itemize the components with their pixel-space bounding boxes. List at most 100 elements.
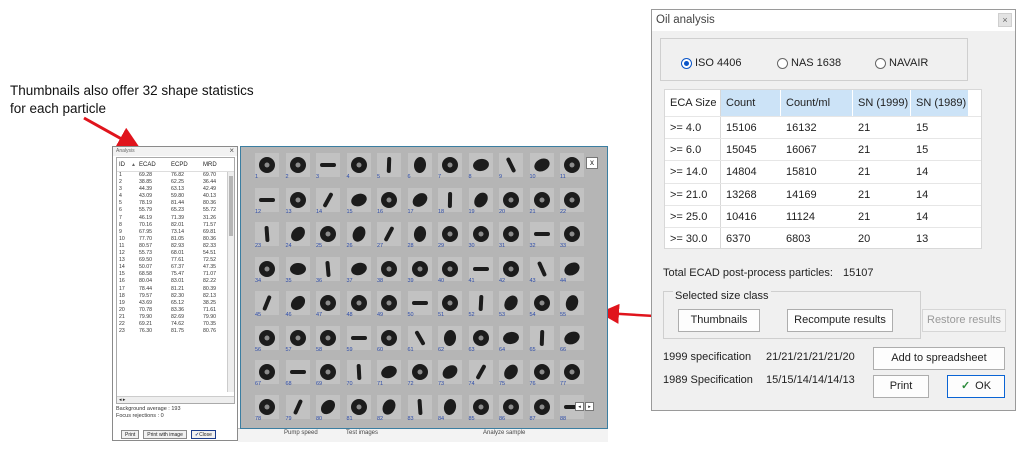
- table-row[interactable]: 5 78.19 81.44 80.36: [117, 200, 234, 207]
- particle-thumbnail[interactable]: 86: [497, 394, 527, 425]
- table-row[interactable]: >= 6.0 15045 16067 21 15: [665, 138, 981, 161]
- col-count-per-ml[interactable]: Count/ml: [781, 90, 853, 116]
- particle-thumbnail[interactable]: 15: [345, 187, 375, 218]
- particle-thumbnail[interactable]: 69: [314, 359, 344, 390]
- particle-thumbnail[interactable]: 42: [497, 256, 527, 287]
- add-to-spreadsheet-button[interactable]: Add to spreadsheet: [873, 347, 1005, 370]
- particle-thumbnail[interactable]: 17: [406, 187, 436, 218]
- particle-thumbnail[interactable]: 48: [345, 290, 375, 321]
- table-row[interactable]: 21 79.90 82.69 79.90: [117, 314, 234, 321]
- thumbnails-close-button[interactable]: x: [586, 157, 598, 169]
- table-row[interactable]: 11 80.57 82.93 82.33: [117, 243, 234, 250]
- particle-thumbnail[interactable]: 18: [436, 187, 466, 218]
- particle-thumbnail[interactable]: 67: [253, 359, 283, 390]
- recompute-results-button[interactable]: Recompute results: [787, 309, 893, 332]
- particle-thumbnail[interactable]: 23: [253, 221, 283, 252]
- particle-thumbnail[interactable]: 25: [314, 221, 344, 252]
- particle-thumbnail[interactable]: 84: [436, 394, 466, 425]
- particle-thumbnail[interactable]: 72: [406, 359, 436, 390]
- particle-thumbnail[interactable]: 36: [314, 256, 344, 287]
- particle-thumbnail[interactable]: 44: [558, 256, 588, 287]
- particle-thumbnail[interactable]: 66: [558, 325, 588, 356]
- particle-thumbnail[interactable]: 28: [406, 221, 436, 252]
- horizontal-scrollbar[interactable]: ◂ ▸: [117, 396, 234, 403]
- particle-thumbnail[interactable]: 2: [284, 152, 314, 183]
- particle-thumbnail[interactable]: 49: [375, 290, 405, 321]
- particle-thumbnail[interactable]: 5: [375, 152, 405, 183]
- radio-iso-4406[interactable]: ISO 4406: [681, 57, 741, 69]
- particle-thumbnail[interactable]: 50: [406, 290, 436, 321]
- particle-thumbnail[interactable]: 20: [497, 187, 527, 218]
- particle-thumbnail[interactable]: 16: [375, 187, 405, 218]
- particle-thumbnail[interactable]: 35: [284, 256, 314, 287]
- col-eca-size[interactable]: ECA Size: [665, 90, 721, 116]
- particle-thumbnail[interactable]: 87: [528, 394, 558, 425]
- print-button[interactable]: Print: [121, 430, 140, 439]
- col-sn-1999[interactable]: SN (1999): [853, 90, 911, 116]
- table-row[interactable]: 17 78.44 81.21 80.39: [117, 286, 234, 293]
- particle-thumbnail[interactable]: 73: [436, 359, 466, 390]
- particle-thumbnail[interactable]: 45: [253, 290, 283, 321]
- table-row[interactable]: 16 80.04 83.01 82.22: [117, 278, 234, 285]
- particle-thumbnail[interactable]: 74: [467, 359, 497, 390]
- particle-thumbnail[interactable]: 8: [467, 152, 497, 183]
- table-row[interactable]: 8 70.16 82.01 71.57: [117, 222, 234, 229]
- particle-thumbnail[interactable]: 11: [558, 152, 588, 183]
- dialog-close-button[interactable]: ×: [998, 13, 1012, 27]
- particle-thumbnail[interactable]: 63: [467, 325, 497, 356]
- table-row[interactable]: 6 55.79 65.23 55.72: [117, 207, 234, 214]
- table-row[interactable]: >= 25.0 10416 11124 21 14: [665, 204, 981, 227]
- particle-thumbnail[interactable]: 14: [314, 187, 344, 218]
- particle-thumbnail[interactable]: 58: [314, 325, 344, 356]
- particle-thumbnail[interactable]: 55: [558, 290, 588, 321]
- col-ecpd[interactable]: ECPD: [171, 162, 203, 168]
- particle-thumbnail[interactable]: 53: [497, 290, 527, 321]
- particle-thumbnail[interactable]: 19: [467, 187, 497, 218]
- particle-thumbnail[interactable]: 32: [528, 221, 558, 252]
- particle-thumbnail[interactable]: 26: [345, 221, 375, 252]
- next-page-icon[interactable]: ▸: [585, 402, 594, 411]
- table-row[interactable]: >= 14.0 14804 15810 21 14: [665, 160, 981, 183]
- scrollbar-thumb[interactable]: [229, 176, 233, 236]
- table-row[interactable]: 20 70.78 83.36 71.61: [117, 307, 234, 314]
- particle-thumbnail[interactable]: 68: [284, 359, 314, 390]
- particle-thumbnail[interactable]: 57: [284, 325, 314, 356]
- particle-thumbnail[interactable]: 51: [436, 290, 466, 321]
- table-row[interactable]: 19 43.69 65.12 38.25: [117, 300, 234, 307]
- table-row[interactable]: 10 77.70 81.05 80.36: [117, 236, 234, 243]
- particle-thumbnail[interactable]: 29: [436, 221, 466, 252]
- particle-thumbnail[interactable]: 60: [375, 325, 405, 356]
- print-with-image-button[interactable]: Print with image: [143, 430, 187, 439]
- particle-thumbnail[interactable]: 54: [528, 290, 558, 321]
- table-row[interactable]: >= 4.0 15106 16132 21 15: [665, 116, 981, 139]
- col-sn-1989[interactable]: SN (1989): [911, 90, 969, 116]
- particle-thumbnail[interactable]: 75: [497, 359, 527, 390]
- particle-thumbnail[interactable]: 46: [284, 290, 314, 321]
- particle-thumbnail[interactable]: 6: [406, 152, 436, 183]
- close-button[interactable]: ✓Close: [190, 430, 216, 439]
- table-row[interactable]: >= 21.0 13268 14169 21 14: [665, 182, 981, 205]
- col-count[interactable]: Count: [721, 90, 781, 116]
- particle-thumbnail[interactable]: 4: [345, 152, 375, 183]
- particle-thumbnail[interactable]: 24: [284, 221, 314, 252]
- particle-thumbnail[interactable]: 37: [345, 256, 375, 287]
- table-row[interactable]: 22 69.21 74.62 70.35: [117, 321, 234, 328]
- radio-nas-1638[interactable]: NAS 1638: [777, 57, 841, 69]
- prev-page-icon[interactable]: ◂: [575, 402, 584, 411]
- particle-thumbnail[interactable]: 38: [375, 256, 405, 287]
- table-row[interactable]: 2 38.85 62.25 36.44: [117, 179, 234, 186]
- col-mrd[interactable]: MRD: [203, 162, 227, 168]
- particle-thumbnail[interactable]: 34: [253, 256, 283, 287]
- particle-thumbnail[interactable]: 10: [528, 152, 558, 183]
- particle-thumbnail[interactable]: 27: [375, 221, 405, 252]
- particle-thumbnail[interactable]: 7: [436, 152, 466, 183]
- sort-icon[interactable]: ▲: [131, 162, 139, 168]
- restore-results-button[interactable]: Restore results: [922, 309, 1006, 332]
- particle-thumbnail[interactable]: 82: [375, 394, 405, 425]
- particle-thumbnail[interactable]: 33: [558, 221, 588, 252]
- particle-thumbnail[interactable]: 52: [467, 290, 497, 321]
- particle-thumbnail[interactable]: 76: [528, 359, 558, 390]
- particle-thumbnail[interactable]: 77: [558, 359, 588, 390]
- table-row[interactable]: 1 69.28 76.82 69.70: [117, 172, 234, 179]
- table-row[interactable]: 13 69.50 77.61 72.52: [117, 257, 234, 264]
